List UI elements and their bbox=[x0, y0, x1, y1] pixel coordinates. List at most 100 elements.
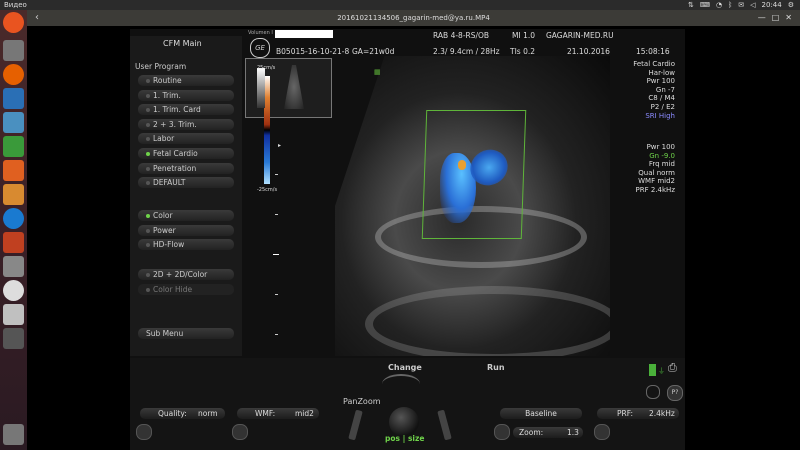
user-program-item[interactable]: Labor bbox=[138, 133, 234, 145]
mail-icon[interactable]: ✉ bbox=[738, 0, 744, 10]
user-program-item-label: 1. Trim. Card bbox=[153, 105, 201, 115]
thunderbird-icon[interactable] bbox=[3, 112, 24, 133]
trash-icon[interactable] bbox=[3, 424, 24, 445]
user-program-item-label: DEFAULT bbox=[153, 178, 186, 188]
right-info-bottom: Pwr 100 Gn -9.0 Frq mid Qual norm WMF mid2 PR… bbox=[615, 143, 675, 195]
depth-scale bbox=[273, 146, 279, 356]
mode-item-label: Power bbox=[153, 225, 176, 235]
pos-size-label: pos | size bbox=[385, 434, 424, 443]
dot-icon bbox=[146, 181, 150, 186]
printer-icon[interactable] bbox=[3, 256, 24, 277]
record-icon[interactable] bbox=[646, 385, 660, 399]
writer-icon[interactable] bbox=[3, 88, 24, 109]
baseline-control[interactable]: Baseline bbox=[500, 408, 582, 419]
site-label: GAGARIN-MED.RU bbox=[546, 31, 614, 40]
maximize-icon[interactable]: □ bbox=[772, 10, 780, 26]
dot-icon bbox=[146, 152, 150, 156]
wmf-control[interactable]: WMF: mid2 bbox=[237, 408, 319, 419]
clock[interactable]: 20:44 bbox=[762, 0, 782, 10]
app-name: Видео bbox=[4, 1, 27, 9]
probe-label: RAB 4-8-RS/OB bbox=[433, 31, 490, 40]
depth-tick bbox=[275, 174, 278, 175]
dot-icon bbox=[146, 137, 150, 142]
dot-icon bbox=[146, 243, 150, 248]
zoom-control[interactable]: Zoom: 1.3 bbox=[513, 427, 583, 438]
wmf-knob[interactable] bbox=[232, 424, 248, 440]
power-icon[interactable]: ⚙ bbox=[788, 0, 794, 10]
teamviewer-icon[interactable] bbox=[3, 208, 24, 229]
user-program-item[interactable]: 1. Trim. bbox=[138, 89, 234, 101]
firefox-icon[interactable] bbox=[3, 64, 24, 85]
baseline-knob[interactable] bbox=[494, 424, 510, 440]
quality-label: Quality: bbox=[158, 409, 187, 418]
user-program-item[interactable]: 1. Trim. Card bbox=[138, 104, 234, 116]
flow-orange-spot bbox=[458, 160, 466, 170]
window-title: 20161021134506_gagarin-med@ya.ru.MP4 bbox=[337, 14, 490, 22]
user-program-item[interactable]: Penetration bbox=[138, 162, 234, 174]
prf-control[interactable]: PRF: 2.4kHz bbox=[597, 408, 679, 419]
user-program-item[interactable]: Fetal Cardio bbox=[138, 148, 234, 159]
colorbar-top-label: 25cm/s bbox=[257, 65, 276, 71]
volume-icon[interactable]: ◁ bbox=[750, 0, 755, 10]
colorbar-bottom-label: -25cm/s bbox=[257, 187, 278, 193]
quality-knob[interactable] bbox=[136, 424, 152, 440]
info-line: WMF mid2 bbox=[638, 177, 675, 186]
mode-item[interactable]: Color bbox=[138, 210, 234, 221]
quality-control[interactable]: Quality: norm bbox=[140, 408, 225, 419]
dot-icon bbox=[146, 93, 150, 98]
depth-fps: 2.3/ 9.4cm / 28Hz bbox=[433, 47, 500, 56]
dual-mode-button[interactable]: 2D + 2D/Color bbox=[138, 269, 234, 280]
battery-icon bbox=[649, 364, 656, 376]
info-line: Pwr 100 bbox=[646, 77, 675, 86]
dot-icon bbox=[146, 166, 150, 171]
ubuntu-logo-icon[interactable] bbox=[3, 12, 24, 33]
software-center-icon[interactable] bbox=[3, 160, 24, 181]
info-line: C8 / M4 bbox=[648, 94, 675, 103]
network-icon[interactable]: ⇅ bbox=[688, 0, 694, 10]
wmf-label: WMF: bbox=[255, 409, 276, 418]
dual-mode-label: 2D + 2D/Color bbox=[153, 270, 208, 279]
right-info-top: Fetal Cardio Har-low Pwr 100 Gn -7 C8 / M4 P2… bbox=[615, 60, 675, 120]
date-label: 21.10.2016 bbox=[567, 47, 610, 56]
user-program-item[interactable]: Routine bbox=[138, 75, 234, 86]
drive-icon[interactable] bbox=[3, 304, 24, 325]
user-program-item[interactable]: DEFAULT bbox=[138, 177, 234, 189]
dot-icon bbox=[146, 288, 150, 292]
user-program-item[interactable]: 2 + 3. Trim. bbox=[138, 118, 234, 130]
quality-value: norm bbox=[198, 409, 218, 418]
user-program-item-label: 1. Trim. bbox=[153, 90, 181, 100]
prf-value: 2.4kHz bbox=[649, 409, 675, 418]
info-line: Gn -7 bbox=[655, 85, 675, 94]
minimize-icon[interactable]: — bbox=[758, 10, 766, 26]
color-hide-button[interactable]: Color Hide bbox=[138, 284, 234, 295]
mode-item[interactable]: Power bbox=[138, 224, 234, 236]
settings-icon[interactable] bbox=[3, 232, 24, 253]
patient-id: B05015-16-10-21-8 bbox=[276, 47, 350, 56]
sub-menu-button[interactable]: Sub Menu bbox=[138, 328, 234, 339]
prf-knob[interactable] bbox=[594, 424, 610, 440]
sub-menu-label: Sub Menu bbox=[146, 329, 184, 338]
mi-label: MI 1.0 bbox=[512, 31, 535, 40]
p-button[interactable]: P? bbox=[667, 385, 683, 401]
wifi-icon[interactable]: ◔ bbox=[716, 0, 722, 10]
tis-label: TIs 0.2 bbox=[510, 47, 536, 56]
calc-icon[interactable] bbox=[3, 136, 24, 157]
impress-icon[interactable] bbox=[3, 184, 24, 205]
trackball[interactable] bbox=[389, 407, 419, 437]
baseline-label: Baseline bbox=[525, 409, 557, 418]
disc-icon[interactable] bbox=[3, 280, 24, 301]
user-program-item-label: Fetal Cardio bbox=[153, 149, 198, 158]
close-icon[interactable]: ✕ bbox=[785, 10, 792, 26]
zoom-value: 1.3 bbox=[567, 428, 579, 437]
info-line: Har-low bbox=[648, 68, 675, 77]
mode-item[interactable]: HD-Flow bbox=[138, 239, 234, 251]
info-line: Gn -9.0 bbox=[649, 151, 675, 160]
info-line: Fetal Cardio bbox=[633, 60, 675, 68]
keyboard-icon[interactable]: ⌨ bbox=[700, 0, 710, 10]
back-arrow-icon[interactable]: ‹ bbox=[35, 10, 39, 26]
files-icon[interactable] bbox=[3, 40, 24, 61]
video-player-icon[interactable] bbox=[3, 328, 24, 349]
printer-status-icon[interactable]: ⎙ bbox=[668, 361, 677, 375]
info-line: Pwr 100 bbox=[646, 143, 675, 151]
bluetooth-icon[interactable]: ᛒ bbox=[728, 0, 732, 10]
